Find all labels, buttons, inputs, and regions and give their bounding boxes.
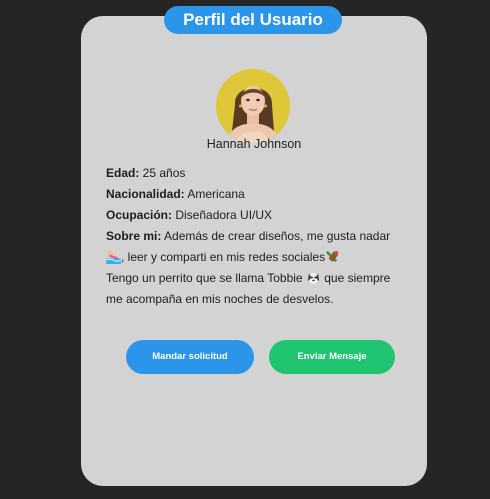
page-title: Perfil del Usuario (164, 6, 342, 34)
send-request-button[interactable]: Mandar solicitud (126, 340, 254, 374)
avatar (216, 69, 290, 143)
occupation-row: Ocupación: Diseñadora UI/UX (106, 205, 406, 226)
occupation-value: Diseñadora UI/UX (172, 208, 273, 222)
age-label: Edad: (106, 166, 140, 180)
about-text-2: , leer y comparti en mis redes sociales (121, 250, 326, 264)
about-text-3: Tengo un perrito que se llama Tobbie (106, 271, 306, 285)
profile-card: Hannah Johnson Edad: 25 años Nacionalida… (81, 16, 427, 486)
swimmer-emoji-icon (106, 250, 121, 264)
nationality-row: Nacionalidad: Americana (106, 184, 406, 205)
dog-emoji-icon (307, 272, 320, 285)
about-section: Sobre mi: Además de crear diseños, me gu… (106, 226, 406, 310)
nationality-value: Americana (184, 187, 245, 201)
profile-details: Edad: 25 años Nacionalidad: Americana Oc… (106, 163, 406, 310)
page: Perfil del Usuario Hannah Johnson Edad: … (0, 0, 490, 499)
nationality-label: Nacionalidad: (106, 187, 185, 201)
about-text-1: Además de crear diseños, me gusta nadar (161, 229, 391, 243)
user-name: Hannah Johnson (206, 137, 302, 151)
send-message-button[interactable]: Enviar Mensaje (269, 340, 395, 374)
phone-emoji-icon (326, 250, 339, 263)
age-value: 25 años (139, 166, 186, 180)
about-label: Sobre mi: (106, 229, 162, 243)
occupation-label: Ocupación: (106, 208, 173, 222)
age-row: Edad: 25 años (106, 163, 406, 184)
user-avatar-icon (216, 69, 290, 143)
